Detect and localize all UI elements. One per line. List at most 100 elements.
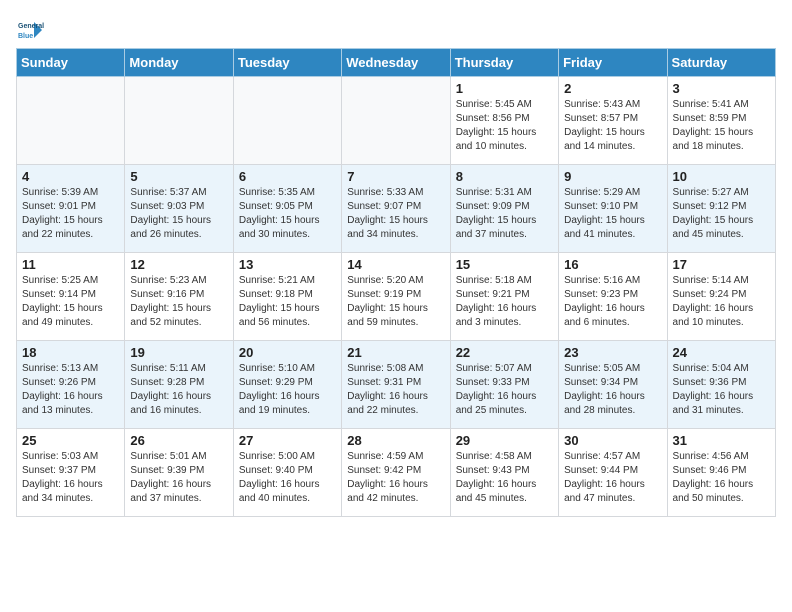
day-info: Sunrise: 5:16 AM Sunset: 9:23 PM Dayligh… (564, 274, 661, 330)
calendar-cell: 10Sunrise: 5:27 AM Sunset: 9:12 PM Dayli… (667, 165, 775, 253)
day-number: 5 (130, 169, 227, 184)
day-info: Sunrise: 5:07 AM Sunset: 9:33 PM Dayligh… (456, 362, 553, 418)
day-info: Sunrise: 5:35 AM Sunset: 9:05 PM Dayligh… (239, 186, 336, 242)
day-info: Sunrise: 5:18 AM Sunset: 9:21 PM Dayligh… (456, 274, 553, 330)
day-number: 18 (22, 345, 119, 360)
day-info: Sunrise: 5:39 AM Sunset: 9:01 PM Dayligh… (22, 186, 119, 242)
day-number: 4 (22, 169, 119, 184)
day-number: 1 (456, 81, 553, 96)
calendar-cell: 1Sunrise: 5:45 AM Sunset: 8:56 PM Daylig… (450, 77, 558, 165)
calendar-cell: 16 Sunrise: 5:16 AM Sunset: 9:23 PM Dayli… (559, 253, 667, 341)
day-info: Sunrise: 5:08 AM Sunset: 9:31 PM Dayligh… (347, 362, 444, 418)
calendar-table: SundayMondayTuesdayWednesdayThursdayFrid… (16, 48, 776, 517)
day-number: 17 (673, 257, 770, 272)
day-number: 11 (22, 257, 119, 272)
day-info: Sunrise: 4:56 AM Sunset: 9:46 PM Dayligh… (673, 450, 770, 506)
day-info: Sunrise: 5:14 AM Sunset: 9:24 PM Dayligh… (673, 274, 770, 330)
calendar-cell: 7 Sunrise: 5:33 AM Sunset: 9:07 PM Daylig… (342, 165, 450, 253)
calendar-cell: 23 Sunrise: 5:05 AM Sunset: 9:34 PM Dayli… (559, 341, 667, 429)
day-number: 31 (673, 433, 770, 448)
svg-text:Blue: Blue (18, 33, 33, 40)
calendar-cell: 24Sunrise: 5:04 AM Sunset: 9:36 PM Dayli… (667, 341, 775, 429)
day-info: Sunrise: 4:58 AM Sunset: 9:43 PM Dayligh… (456, 450, 553, 506)
day-number: 9 (564, 169, 661, 184)
day-info: Sunrise: 5:05 AM Sunset: 9:34 PM Dayligh… (564, 362, 661, 418)
calendar-cell: 3 Sunrise: 5:41 AM Sunset: 8:59 PM Daylig… (667, 77, 775, 165)
weekday-header: Tuesday (233, 49, 341, 77)
day-number: 30 (564, 433, 661, 448)
calendar-cell (125, 77, 233, 165)
day-number: 19 (130, 345, 227, 360)
calendar-cell: 13Sunrise: 5:21 AM Sunset: 9:18 PM Dayli… (233, 253, 341, 341)
calendar-cell (17, 77, 125, 165)
day-number: 28 (347, 433, 444, 448)
day-number: 29 (456, 433, 553, 448)
calendar-cell: 17 Sunrise: 5:14 AM Sunset: 9:24 PM Dayli… (667, 253, 775, 341)
day-number: 23 (564, 345, 661, 360)
calendar-cell: 9 Sunrise: 5:29 AM Sunset: 9:10 PM Daylig… (559, 165, 667, 253)
calendar-cell: 27Sunrise: 5:00 AM Sunset: 9:40 PM Dayli… (233, 429, 341, 517)
day-number: 14 (347, 257, 444, 272)
day-number: 20 (239, 345, 336, 360)
page-header: General Blue (16, 16, 776, 44)
calendar-cell: 25Sunrise: 5:03 AM Sunset: 9:37 PM Dayli… (17, 429, 125, 517)
day-info: Sunrise: 5:25 AM Sunset: 9:14 PM Dayligh… (22, 274, 119, 330)
calendar-cell: 22 Sunrise: 5:07 AM Sunset: 9:33 PM Dayli… (450, 341, 558, 429)
day-number: 2 (564, 81, 661, 96)
day-number: 16 (564, 257, 661, 272)
day-number: 6 (239, 169, 336, 184)
day-info: Sunrise: 5:04 AM Sunset: 9:36 PM Dayligh… (673, 362, 770, 418)
day-info: Sunrise: 5:33 AM Sunset: 9:07 PM Dayligh… (347, 186, 444, 242)
day-info: Sunrise: 4:57 AM Sunset: 9:44 PM Dayligh… (564, 450, 661, 506)
svg-text:General: General (18, 23, 44, 30)
day-info: Sunrise: 4:59 AM Sunset: 9:42 PM Dayligh… (347, 450, 444, 506)
day-number: 3 (673, 81, 770, 96)
day-info: Sunrise: 5:31 AM Sunset: 9:09 PM Dayligh… (456, 186, 553, 242)
calendar-week-row: 1Sunrise: 5:45 AM Sunset: 8:56 PM Daylig… (17, 77, 776, 165)
weekday-header: Friday (559, 49, 667, 77)
day-info: Sunrise: 5:10 AM Sunset: 9:29 PM Dayligh… (239, 362, 336, 418)
calendar-cell: 30 Sunrise: 4:57 AM Sunset: 9:44 PM Dayli… (559, 429, 667, 517)
day-number: 12 (130, 257, 227, 272)
day-number: 7 (347, 169, 444, 184)
calendar-cell: 18 Sunrise: 5:13 AM Sunset: 9:26 PM Dayli… (17, 341, 125, 429)
day-info: Sunrise: 5:23 AM Sunset: 9:16 PM Dayligh… (130, 274, 227, 330)
day-info: Sunrise: 5:29 AM Sunset: 9:10 PM Dayligh… (564, 186, 661, 242)
weekday-header: Wednesday (342, 49, 450, 77)
weekday-header: Monday (125, 49, 233, 77)
calendar-cell: 31 Sunrise: 4:56 AM Sunset: 9:46 PM Dayli… (667, 429, 775, 517)
day-info: Sunrise: 5:41 AM Sunset: 8:59 PM Dayligh… (673, 98, 770, 154)
day-info: Sunrise: 5:13 AM Sunset: 9:26 PM Dayligh… (22, 362, 119, 418)
calendar-cell: 4 Sunrise: 5:39 AM Sunset: 9:01 PM Daylig… (17, 165, 125, 253)
calendar-week-row: 25Sunrise: 5:03 AM Sunset: 9:37 PM Dayli… (17, 429, 776, 517)
calendar-week-row: 18 Sunrise: 5:13 AM Sunset: 9:26 PM Dayli… (17, 341, 776, 429)
logo-icon: General Blue (16, 16, 44, 44)
calendar-header-row: SundayMondayTuesdayWednesdayThursdayFrid… (17, 49, 776, 77)
calendar-cell: 19 Sunrise: 5:11 AM Sunset: 9:28 PM Dayli… (125, 341, 233, 429)
day-number: 13 (239, 257, 336, 272)
day-info: Sunrise: 5:01 AM Sunset: 9:39 PM Dayligh… (130, 450, 227, 506)
day-number: 22 (456, 345, 553, 360)
calendar-cell: 29 Sunrise: 4:58 AM Sunset: 9:43 PM Dayli… (450, 429, 558, 517)
day-number: 8 (456, 169, 553, 184)
weekday-header: Thursday (450, 49, 558, 77)
calendar-cell: 15 Sunrise: 5:18 AM Sunset: 9:21 PM Dayli… (450, 253, 558, 341)
day-number: 25 (22, 433, 119, 448)
calendar-cell: 21 Sunrise: 5:08 AM Sunset: 9:31 PM Dayli… (342, 341, 450, 429)
day-number: 15 (456, 257, 553, 272)
day-info: Sunrise: 5:37 AM Sunset: 9:03 PM Dayligh… (130, 186, 227, 242)
calendar-cell: 12 Sunrise: 5:23 AM Sunset: 9:16 PM Dayli… (125, 253, 233, 341)
day-info: Sunrise: 5:27 AM Sunset: 9:12 PM Dayligh… (673, 186, 770, 242)
day-number: 26 (130, 433, 227, 448)
day-info: Sunrise: 5:20 AM Sunset: 9:19 PM Dayligh… (347, 274, 444, 330)
day-info: Sunrise: 5:43 AM Sunset: 8:57 PM Dayligh… (564, 98, 661, 154)
day-info: Sunrise: 5:11 AM Sunset: 9:28 PM Dayligh… (130, 362, 227, 418)
calendar-cell: 26 Sunrise: 5:01 AM Sunset: 9:39 PM Dayli… (125, 429, 233, 517)
logo: General Blue (16, 16, 44, 44)
weekday-header: Saturday (667, 49, 775, 77)
calendar-cell: 2 Sunrise: 5:43 AM Sunset: 8:57 PM Daylig… (559, 77, 667, 165)
calendar-cell: 6 Sunrise: 5:35 AM Sunset: 9:05 PM Daylig… (233, 165, 341, 253)
calendar-cell (342, 77, 450, 165)
calendar-cell: 5 Sunrise: 5:37 AM Sunset: 9:03 PM Daylig… (125, 165, 233, 253)
day-number: 21 (347, 345, 444, 360)
